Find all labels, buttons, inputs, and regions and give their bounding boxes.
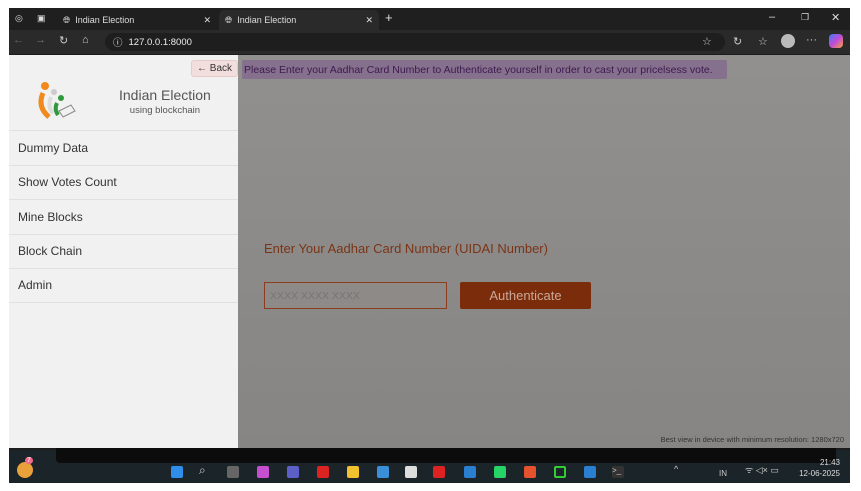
sidebar-menu: Dummy Data Show Votes Count Mine Blocks … [9,130,238,303]
whatsapp-icon[interactable] [494,466,506,478]
close-tab-icon[interactable]: ✕ [365,15,373,26]
close-tab-icon[interactable]: ✕ [203,15,211,26]
globe-icon: 🌐︎ [225,14,233,25]
teams-icon[interactable] [287,466,299,478]
minimize-icon[interactable]: – [769,11,775,23]
restore-icon[interactable]: ❐ [801,12,809,23]
new-tab-icon[interactable]: + [385,10,393,25]
resolution-note: Best view in device with minimum resolut… [660,435,844,444]
tab-1[interactable]: 🌐︎ Indian Election ✕ [57,10,217,30]
info-icon: ⓘ [113,38,123,49]
opera-gx-icon[interactable] [433,466,445,478]
vscode-icon[interactable] [584,466,596,478]
edge-icon[interactable] [464,466,476,478]
more-menu-icon[interactable]: ··· [806,34,817,46]
extensions-icon[interactable]: ↻ [733,35,742,48]
authenticate-button[interactable]: Authenticate [460,282,591,309]
security-icon[interactable] [377,466,389,478]
sidebar-item-mine-blocks[interactable]: Mine Blocks [9,199,238,234]
terminal-icon[interactable]: >_ [612,466,624,478]
election-logo [38,82,76,119]
taskbar: 7 ⌕ >_ ^ IN ᯤ ◁× ▭ 21:43 12-06-2025 [9,448,850,483]
web-page: Enter Your Aadhar Card Number (UIDAI Num… [9,55,850,448]
tab-actions-icon[interactable]: ▣ [37,13,46,24]
sidebar-item-block-chain[interactable]: Block Chain [9,233,238,269]
start-icon[interactable] [171,466,183,478]
app-icon[interactable] [554,466,566,478]
address-bar[interactable]: ⓘ 127.0.0.1:8000 [105,33,725,51]
tab-bar: ◎ ▣ 🌐︎ Indian Election ✕ 🌐︎ Indian Elect… [9,8,850,30]
store-icon[interactable] [405,466,417,478]
task-view-icon[interactable] [227,466,239,478]
favorite-star-icon[interactable]: ☆ [702,35,712,48]
main-content: Enter Your Aadhar Card Number (UIDAI Num… [238,55,850,448]
search-icon[interactable]: ⌕ [199,463,211,477]
brand-subtitle: using blockchain [129,105,201,116]
browser-window: ◎ ▣ 🌐︎ Indian Election ✕ 🌐︎ Indian Elect… [9,8,850,483]
workspaces-icon[interactable]: ◎ [15,13,23,24]
brand: Indian Election using blockchain [119,87,211,116]
tray-chevron-icon[interactable]: ^ [674,464,678,474]
close-window-icon[interactable]: ✕ [831,11,840,24]
reload-icon[interactable]: ↻ [59,34,68,47]
back-nav-icon[interactable]: ← [13,34,24,46]
command-bar[interactable] [56,448,836,463]
notification-badge: 7 [25,457,33,464]
notice-banner: Please Enter your Aadhar Card Number to … [242,60,727,79]
sidebar-item-admin[interactable]: Admin [9,268,238,303]
favorites-icon[interactable]: ☆ [758,35,768,48]
globe-icon: 🌐︎ [63,14,71,25]
weather-widget-icon[interactable] [17,462,33,478]
sidebar: ← Back Indian Election using blockchain … [9,55,238,448]
clock[interactable]: 21:43 12-06-2025 [799,457,840,479]
language-indicator[interactable]: IN [719,469,727,478]
wps-office-icon[interactable] [524,466,536,478]
copilot-icon[interactable] [829,34,843,48]
sidebar-item-dummy-data[interactable]: Dummy Data [9,130,238,165]
home-icon[interactable]: ⌂ [82,34,89,46]
aadhar-input[interactable] [264,282,447,309]
profile-avatar[interactable] [781,34,795,48]
forward-nav-icon[interactable]: → [35,34,46,46]
file-explorer-icon[interactable] [347,466,359,478]
back-button[interactable]: ← Back [191,60,238,77]
copilot-app-icon[interactable] [257,466,269,478]
opera-icon[interactable] [317,466,329,478]
sidebar-item-show-votes-count[interactable]: Show Votes Count [9,164,238,200]
aadhar-label: Enter Your Aadhar Card Number (UIDAI Num… [264,241,548,256]
wifi-volume-battery-icon[interactable]: ᯤ ◁× ▭ [745,463,779,476]
brand-title: Indian Election [119,87,211,103]
tab-2[interactable]: 🌐︎ Indian Election ✕ [219,10,379,30]
address-toolbar: ← → ↻ ⌂ ⓘ 127.0.0.1:8000 ☆ ↻ ☆ ··· [9,30,850,54]
